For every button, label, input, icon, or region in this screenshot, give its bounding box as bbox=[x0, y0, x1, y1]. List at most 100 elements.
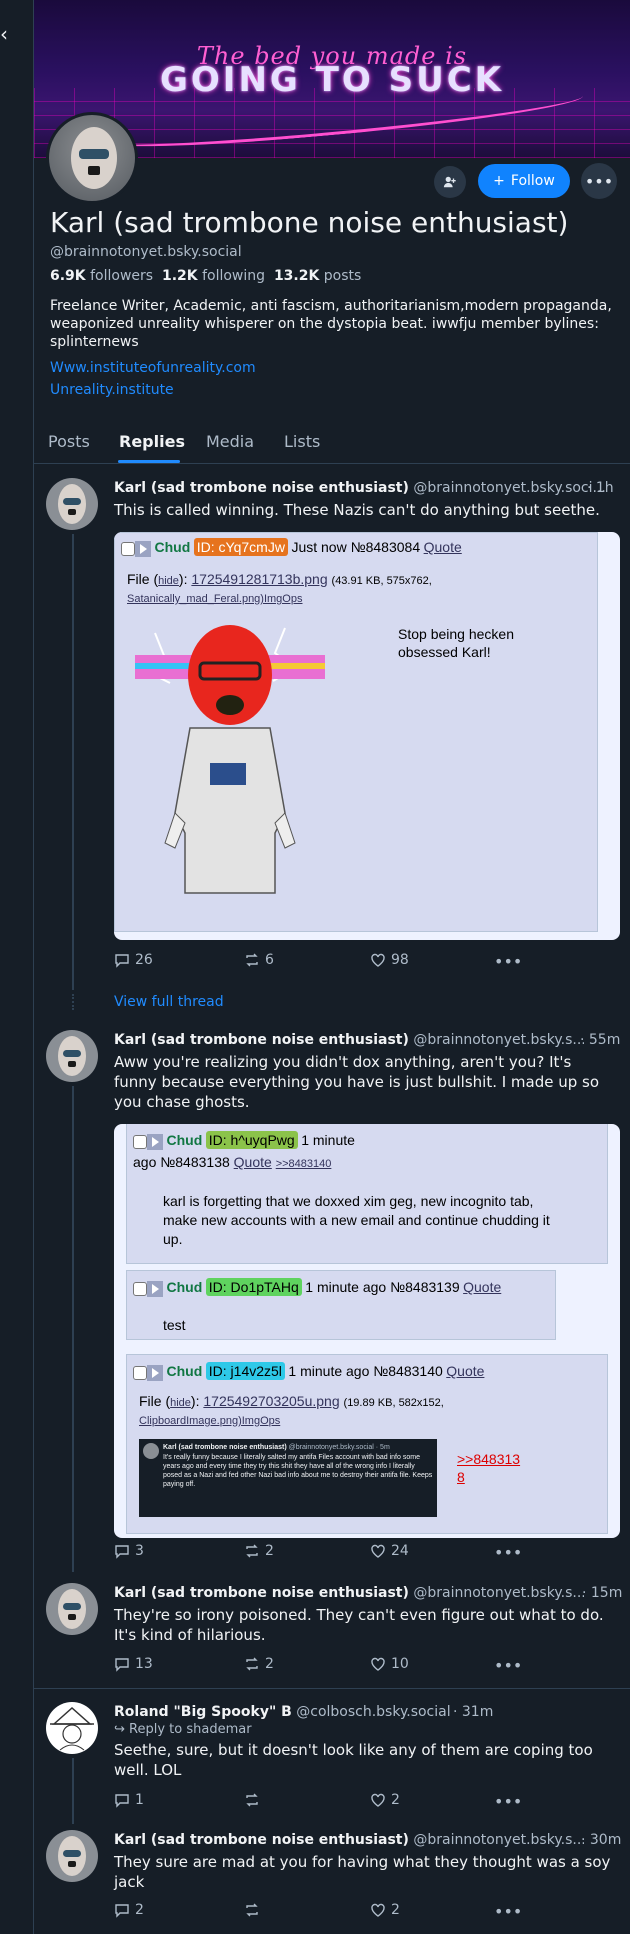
avatar[interactable] bbox=[46, 1030, 98, 1082]
post-time[interactable]: · 15m bbox=[582, 1585, 622, 1601]
poster-name: Chud bbox=[154, 539, 191, 555]
embedded-image[interactable]: Chud ID: cYq7cmJw Just now №8483084 Quot… bbox=[114, 532, 620, 940]
avatar[interactable] bbox=[46, 1702, 98, 1754]
post-message: Stop being hecken obsessed Karl! bbox=[398, 626, 514, 660]
post-time[interactable]: · 1h bbox=[587, 480, 614, 496]
post-time[interactable]: · 30m bbox=[581, 1832, 621, 1848]
repost-button[interactable] bbox=[244, 1902, 265, 1918]
more-options-icon[interactable]: ••• bbox=[494, 1656, 522, 1675]
more-options-icon[interactable]: ••• bbox=[494, 1902, 522, 1921]
author-name: Karl (sad trombone noise enthusiast) bbox=[114, 480, 409, 496]
following-count[interactable]: 1.2K bbox=[162, 268, 198, 284]
thread-line bbox=[72, 1086, 74, 1572]
profile-stats: 6.9K followers 1.2K following 13.2K post… bbox=[50, 268, 361, 284]
reply-to-label[interactable]: ↪ Reply to shademar bbox=[114, 1722, 252, 1737]
heart-icon bbox=[371, 1657, 385, 1671]
divider bbox=[34, 1688, 630, 1689]
app-window: ‹ The bed you made is GOING TO SUCK + Fo… bbox=[0, 0, 630, 1934]
active-tab-indicator bbox=[118, 460, 180, 463]
post-text: They sure are mad at you for having what… bbox=[114, 1853, 611, 1891]
poster-id: ID: cYq7cmJw bbox=[193, 538, 288, 556]
reply-button[interactable]: 13 bbox=[114, 1656, 153, 1672]
following-label[interactable]: following bbox=[202, 268, 265, 284]
post-actions: 2 2 ••• bbox=[114, 1902, 534, 1922]
profile-handle: @brainnotonyet.bsky.social bbox=[50, 244, 242, 260]
play-icon bbox=[135, 540, 151, 557]
reply-button[interactable]: 3 bbox=[114, 1543, 144, 1559]
view-full-thread-link[interactable]: View full thread bbox=[114, 994, 224, 1010]
post-text: Seethe, sure, but it doesn't look like a… bbox=[114, 1741, 593, 1779]
like-button[interactable]: 98 bbox=[370, 952, 409, 968]
followers-label[interactable]: followers bbox=[90, 268, 153, 284]
post-actions: 26 6 98 ••• bbox=[114, 952, 534, 972]
screenshot-thumbnail: Karl (sad trombone noise enthusiast) @br… bbox=[139, 1439, 437, 1517]
profile-bio: Freelance Writer, Academic, anti fascism… bbox=[50, 298, 612, 350]
reply-button[interactable]: 26 bbox=[114, 952, 153, 968]
board-post: Chud ID: Do1pTAHq 1 minute ago №8483139 … bbox=[126, 1270, 556, 1340]
post-author-line[interactable]: Karl (sad trombone noise enthusiast) @br… bbox=[114, 480, 614, 496]
board-post: Chud ID: j14v2z5l 1 minute ago №8483140 … bbox=[126, 1354, 608, 1534]
post-author-line[interactable]: Karl (sad trombone noise enthusiast) @br… bbox=[114, 1032, 584, 1048]
reply-button[interactable]: 1 bbox=[114, 1792, 144, 1808]
repost-button[interactable]: 6 bbox=[244, 952, 274, 968]
plus-icon: + bbox=[493, 173, 505, 189]
board-post: Chud ID: cYq7cmJw Just now №8483084 Quot… bbox=[114, 532, 598, 932]
avatar-face bbox=[71, 127, 117, 189]
bio-link-2[interactable]: Unreality.institute bbox=[50, 382, 174, 398]
post-text: Aww you're realizing you didn't dox anyt… bbox=[114, 1053, 600, 1111]
profile-tabs: Posts Replies Media Lists bbox=[34, 424, 630, 464]
more-options-icon[interactable]: ••• bbox=[581, 163, 617, 199]
tab-replies[interactable]: Replies bbox=[119, 432, 185, 451]
more-options-icon[interactable]: ••• bbox=[494, 1792, 522, 1811]
reply-icon bbox=[115, 1794, 129, 1808]
repost-button[interactable]: 2 bbox=[244, 1543, 274, 1559]
file-info: File (hide): 1725491281713b.png (43.91 K… bbox=[127, 571, 432, 587]
post-meta: Just now №8483084 bbox=[291, 539, 421, 555]
followers-count[interactable]: 6.9K bbox=[50, 268, 86, 284]
back-arrow-icon[interactable]: ‹ bbox=[0, 24, 8, 44]
add-user-icon[interactable] bbox=[434, 166, 466, 198]
post-time[interactable]: · 55m bbox=[580, 1032, 620, 1048]
avatar[interactable] bbox=[46, 478, 98, 530]
heart-icon bbox=[371, 1793, 385, 1807]
avatar[interactable] bbox=[46, 1830, 98, 1882]
reply-icon bbox=[115, 1545, 129, 1559]
heart-icon bbox=[371, 1544, 385, 1558]
avatar[interactable] bbox=[46, 1583, 98, 1635]
repost-icon bbox=[246, 1903, 258, 1917]
post-time[interactable]: · 31m bbox=[453, 1704, 493, 1720]
embedded-image[interactable]: Chud ID: h^uyqPwg 1 minute ago №8483138 … bbox=[114, 1124, 620, 1538]
reply-button[interactable]: 2 bbox=[114, 1902, 144, 1918]
tab-posts[interactable]: Posts bbox=[48, 432, 90, 451]
display-name: Karl (sad trombone noise enthusiast) bbox=[50, 206, 569, 239]
profile-avatar[interactable] bbox=[46, 112, 138, 204]
more-options-icon[interactable]: ••• bbox=[494, 1543, 522, 1562]
repost-button[interactable] bbox=[244, 1792, 265, 1808]
author-handle: @brainnotonyet.bsky.soci... bbox=[413, 480, 606, 496]
follow-label: Follow bbox=[510, 173, 555, 189]
tab-media[interactable]: Media bbox=[206, 432, 254, 451]
like-button[interactable]: 24 bbox=[370, 1543, 409, 1559]
post-author-line[interactable]: Karl (sad trombone noise enthusiast) @br… bbox=[114, 1832, 584, 1848]
left-column: ‹ bbox=[0, 0, 34, 1934]
like-button[interactable]: 2 bbox=[370, 1902, 400, 1918]
like-button[interactable]: 10 bbox=[370, 1656, 409, 1672]
profile-main: The bed you made is GOING TO SUCK + Foll… bbox=[34, 0, 630, 1934]
tab-lists[interactable]: Lists bbox=[284, 432, 320, 451]
board-post: Chud ID: h^uyqPwg 1 minute ago №8483138 … bbox=[126, 1124, 608, 1264]
heart-icon bbox=[371, 953, 385, 967]
bio-link-1[interactable]: Www.instituteofunreality.com bbox=[50, 360, 256, 376]
soyjak-image bbox=[135, 625, 325, 894]
post-author-line[interactable]: Roland "Big Spooky" B @colbosch.bsky.soc… bbox=[114, 1704, 584, 1720]
like-button[interactable]: 2 bbox=[370, 1792, 400, 1808]
more-options-icon[interactable]: ••• bbox=[494, 952, 522, 971]
post-actions: 1 2 ••• bbox=[114, 1792, 534, 1812]
follow-button[interactable]: + Follow bbox=[478, 164, 570, 198]
post-message: karl is forgetting that we doxxed xim ge… bbox=[163, 1193, 550, 1247]
reply-icon bbox=[115, 1904, 129, 1918]
repost-icon bbox=[246, 953, 258, 967]
post-author-line[interactable]: Karl (sad trombone noise enthusiast) @br… bbox=[114, 1585, 584, 1601]
repost-button[interactable]: 2 bbox=[244, 1656, 274, 1672]
post-text: This is called winning. These Nazis can'… bbox=[114, 501, 600, 519]
thread-dots bbox=[72, 994, 74, 1010]
